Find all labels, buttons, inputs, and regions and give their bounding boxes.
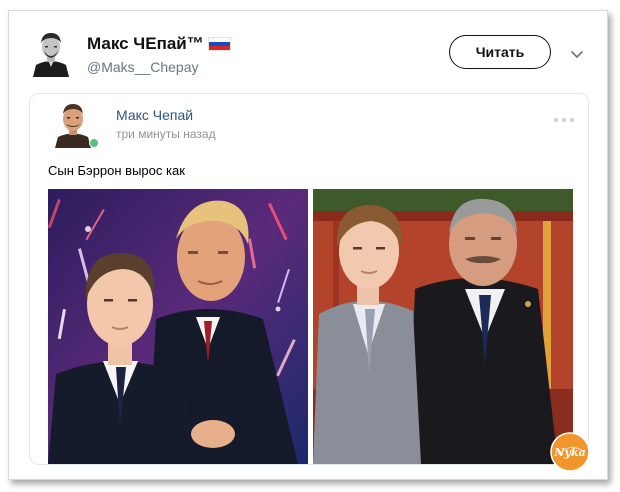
author-name[interactable]: Макс ЧЕпай™ xyxy=(87,34,204,54)
svg-text:Nyka: Nyka xyxy=(553,446,585,459)
quoted-author-avatar[interactable] xyxy=(52,100,94,148)
author-handle[interactable]: @Maks__Chepay xyxy=(87,59,199,75)
quoted-post-time[interactable]: три минуты назад xyxy=(116,127,216,141)
chevron-down-icon[interactable] xyxy=(569,47,585,59)
tweet-card: Макс ЧЕпай™ @Maks__Chepay Читать Макс Че… xyxy=(8,10,608,480)
author-name-row[interactable]: Макс ЧЕпай™ xyxy=(87,34,231,54)
quoted-post[interactable]: Макс Чепай три минуты назад Сын Бэррон в… xyxy=(29,93,589,465)
follow-button[interactable]: Читать xyxy=(449,35,551,69)
post-photo-left[interactable] xyxy=(48,189,308,464)
quoted-post-text: Сын Бэррон вырос как xyxy=(48,163,185,178)
post-photo-right[interactable] xyxy=(313,189,573,464)
quoted-author-name[interactable]: Макс Чепай xyxy=(116,107,193,123)
russian-flag-icon xyxy=(207,37,231,51)
author-avatar[interactable] xyxy=(31,29,71,77)
more-dots-icon[interactable] xyxy=(553,110,575,122)
nyka-watermark-logo: Nyka xyxy=(550,432,590,472)
online-status-icon xyxy=(89,138,99,148)
